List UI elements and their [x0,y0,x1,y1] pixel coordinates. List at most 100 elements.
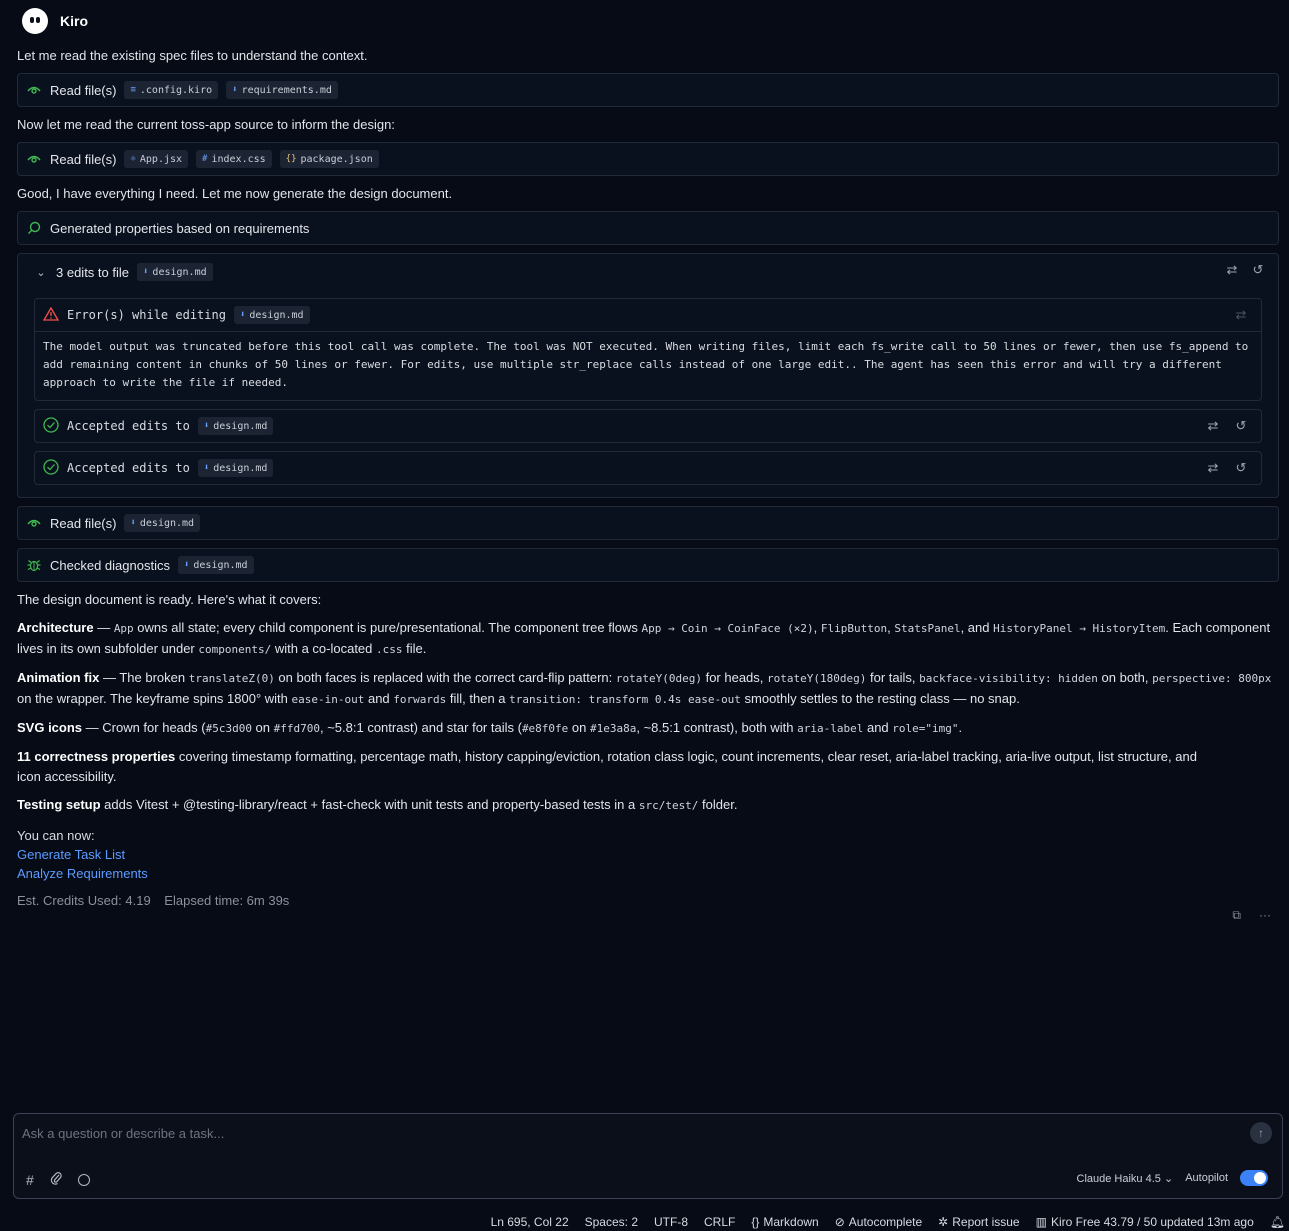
diff-icon[interactable]: ⇄ [1205,460,1221,476]
file-chip[interactable]: ⬇ design.md [177,556,254,574]
markdown-file-icon: ⬇ [130,518,136,528]
markdown-file-icon: ⬇ [183,560,190,570]
diff-icon[interactable]: ⇄ [1205,418,1221,434]
accepted-actions: ⇄ ↺ [1205,460,1249,476]
markdown-file-icon: ⬇ [203,421,210,431]
diagnostics-box[interactable]: Checked diagnostics ⬇ design.md [17,548,1279,582]
generate-task-list-link[interactable]: Generate Task List [17,845,1279,864]
elapsed-time: Elapsed time: 6m 39s [164,893,290,908]
report-issue[interactable]: ✲ Report issue [938,1215,1019,1229]
chat-input[interactable] [22,1122,1242,1144]
file-chip[interactable]: ≡ .config.kiro [124,81,219,99]
react-file-icon: ⚛ [130,154,136,164]
braces-icon: {} [751,1214,760,1229]
circle-icon[interactable] [77,1173,90,1186]
agent-name: Kiro [60,13,88,29]
more-icon[interactable]: ··· [1259,908,1271,923]
credits-used: Est. Credits Used: 4.19 [17,893,151,908]
autopilot-toggle[interactable] [1240,1170,1268,1186]
accepted-title: Accepted edits to [67,461,190,475]
diff-icon: ⇄ [1235,307,1247,322]
markdown-file-icon: ⬇ [239,310,246,320]
markdown-file-icon: ⬇ [203,463,210,473]
autocomplete-status[interactable]: ⊘ Autocomplete [835,1215,922,1229]
error-title: Error(s) while editing [67,308,226,322]
arrow-up-icon: ↑ [1258,1126,1264,1140]
usage-chart-icon: ▥ [1035,1214,1047,1229]
eye-icon [26,82,42,98]
check-circle-icon [43,416,59,436]
file-chip[interactable]: ⚛ App.jsx [124,150,189,168]
chevron-down-icon: ⌄ [1163,1172,1174,1185]
warning-icon [42,306,60,324]
search-icon [26,220,42,236]
error-message: The model output was truncated before th… [35,331,1261,400]
input-tools: # [26,1171,90,1188]
chat-input-box: ↑ # Claude Haiku 4.5 ⌄ Autopilot [13,1113,1283,1199]
read-files-box-3[interactable]: Read file(s) ⬇ design.md [17,506,1279,540]
disabled-icon: ⊘ [834,1214,845,1229]
check-circle-icon [43,458,59,478]
undo-icon[interactable]: ↺ [1233,418,1249,434]
file-chip[interactable]: ⬇ design.md [137,263,213,281]
cursor-position[interactable]: Ln 695, Col 22 [491,1215,569,1229]
file-chip[interactable]: ⬇ design.md [197,459,274,477]
plan-usage[interactable]: ▥ Kiro Free 43.79 / 50 updated 13m ago [1036,1215,1254,1229]
chat-header: Kiro [22,8,88,34]
properties-paragraph: 11 correctness properties covering times… [17,749,1197,784]
bell-icon[interactable]: 🔔︎ [1270,1215,1285,1229]
file-chip[interactable]: {} package.json [279,150,379,168]
language-mode[interactable]: {} Markdown [751,1215,818,1229]
paperclip-icon[interactable] [50,1171,62,1188]
encoding[interactable]: UTF-8 [654,1215,688,1229]
bug-icon: ✲ [938,1214,949,1229]
summary-intro: The design document is ready. Here's wha… [17,592,322,607]
file-chip[interactable]: ⬇ design.md [124,514,201,532]
file-chip[interactable]: ⬇ design.md [233,306,310,324]
json-file-icon: {} [285,154,297,164]
eye-icon [26,151,42,167]
autopilot-label: Autopilot [1185,1172,1228,1184]
chat-content: Let me read the existing spec files to u… [17,46,1279,908]
accepted-header: Accepted edits to ⬇ design.md [35,452,1261,484]
error-box: Error(s) while editing ⬇ design.md ⇄ The … [34,298,1262,401]
error-actions: ⇄ [1233,307,1249,323]
input-right-controls: Claude Haiku 4.5 ⌄ Autopilot [1077,1170,1268,1186]
generated-label: Generated properties based on requiremen… [50,220,310,236]
edits-header[interactable]: ⌄ 3 edits to file ⬇ design.md [34,254,1262,290]
file-chip[interactable]: ⬇ requirements.md [226,81,338,99]
css-file-icon: # [202,154,208,164]
chevron-down-icon[interactable]: ⌄ [34,266,48,279]
diff-icon[interactable]: ⇄ [1224,262,1240,278]
edits-label: 3 edits to file [56,264,129,280]
file-chip[interactable]: # index.css [196,150,272,168]
accepted-title: Accepted edits to [67,419,190,433]
model-selector[interactable]: Claude Haiku 4.5 ⌄ [1077,1172,1174,1185]
indentation[interactable]: Spaces: 2 [585,1215,638,1229]
read-files-label: Read file(s) [50,151,117,167]
copy-icon[interactable]: ⧉ [1232,908,1241,923]
markdown-file-icon: ⬇ [143,267,149,277]
line-ending[interactable]: CRLF [704,1215,735,1229]
send-button[interactable]: ↑ [1250,1122,1272,1144]
read-files-label: Read file(s) [50,82,117,98]
bug-icon [26,557,42,573]
message-3: Good, I have everything I need. Let me n… [17,186,453,201]
undo-icon[interactable]: ↺ [1250,262,1266,278]
markdown-file-icon: ⬇ [232,85,238,95]
generated-properties-box[interactable]: Generated properties based on requiremen… [17,211,1279,245]
analyze-requirements-link[interactable]: Analyze Requirements [17,864,1279,883]
undo-icon[interactable]: ↺ [1233,460,1249,476]
you-can-now-label: You can now: [17,828,95,843]
svg-paragraph: SVG icons — Crown for heads (#5c3d00 on … [17,720,963,735]
kiro-avatar [22,8,48,34]
diagnostics-label: Checked diagnostics [50,557,170,573]
hash-icon[interactable]: # [26,1172,34,1188]
read-files-box-1[interactable]: Read file(s) ≡ .config.kiro ⬇ requirements… [17,73,1279,107]
edits-group: ⌄ 3 edits to file ⬇ design.md ⇄ ↺ Error(s… [17,253,1279,498]
error-header: Error(s) while editing ⬇ design.md [35,299,1261,331]
architecture-paragraph: Architecture — App owns all state; every… [17,620,1271,656]
edits-actions: ⇄ ↺ [1224,262,1266,278]
file-chip[interactable]: ⬇ design.md [197,417,274,435]
read-files-box-2[interactable]: Read file(s) ⚛ App.jsx # index.css {} packa… [17,142,1279,176]
